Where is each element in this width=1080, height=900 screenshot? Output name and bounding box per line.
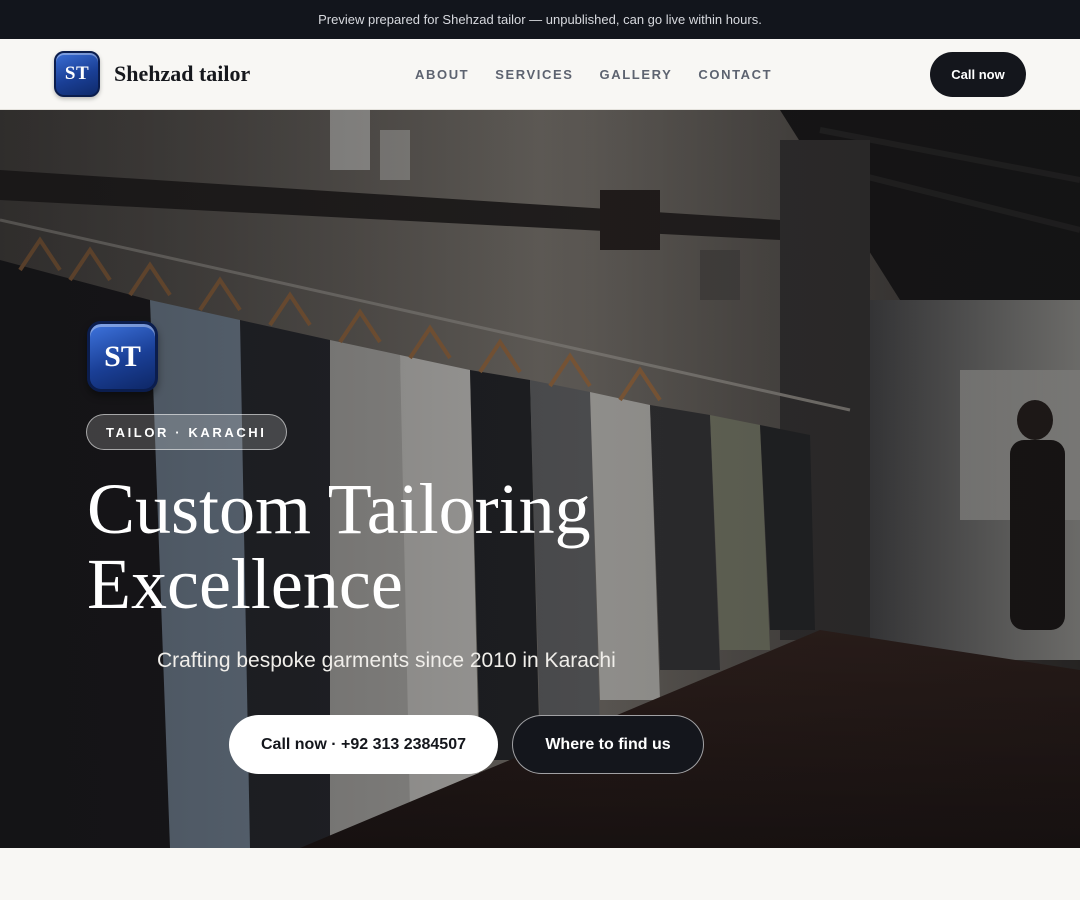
brand-name: Shehzad tailor: [114, 61, 251, 86]
brand-logo-initials: ST: [64, 63, 90, 84]
nav-item-contact[interactable]: CONTACT: [698, 67, 772, 82]
main-nav: ABOUT SERVICES GALLERY CONTACT: [415, 39, 798, 109]
hero-location-badge: TAILOR · KARACHI: [86, 414, 287, 450]
nav-item-about[interactable]: ABOUT: [415, 67, 469, 82]
hero-call-button[interactable]: Call now · +92 313 2384507: [229, 715, 498, 774]
hero-title-line-2: Excellence: [87, 544, 403, 624]
hero-find-us-button[interactable]: Where to find us: [512, 715, 704, 774]
preview-banner-text: Preview prepared for Shehzad tailor — un…: [318, 12, 762, 27]
nav-item-gallery[interactable]: GALLERY: [600, 67, 673, 82]
hero-logo-icon: ST: [87, 321, 158, 392]
nav-item-services[interactable]: SERVICES: [495, 67, 573, 82]
hero-section: ST TAILOR · KARACHI Custom Tailoring Exc…: [0, 110, 1080, 848]
site-header: ST Shehzad tailor ABOUT SERVICES GALLERY…: [0, 39, 1080, 110]
brand-logo-icon: ST: [54, 51, 100, 97]
brand[interactable]: ST Shehzad tailor: [54, 51, 250, 97]
hero-subtitle: Crafting bespoke garments since 2010 in …: [157, 649, 616, 672]
header-call-button[interactable]: Call now: [930, 52, 1026, 97]
hero-logo-initials: ST: [104, 339, 141, 373]
preview-banner: Preview prepared for Shehzad tailor — un…: [0, 0, 1080, 39]
hero-title-line-1: Custom Tailoring: [87, 469, 591, 549]
hero-title: Custom Tailoring Excellence: [87, 472, 727, 622]
next-section: [0, 848, 1080, 900]
